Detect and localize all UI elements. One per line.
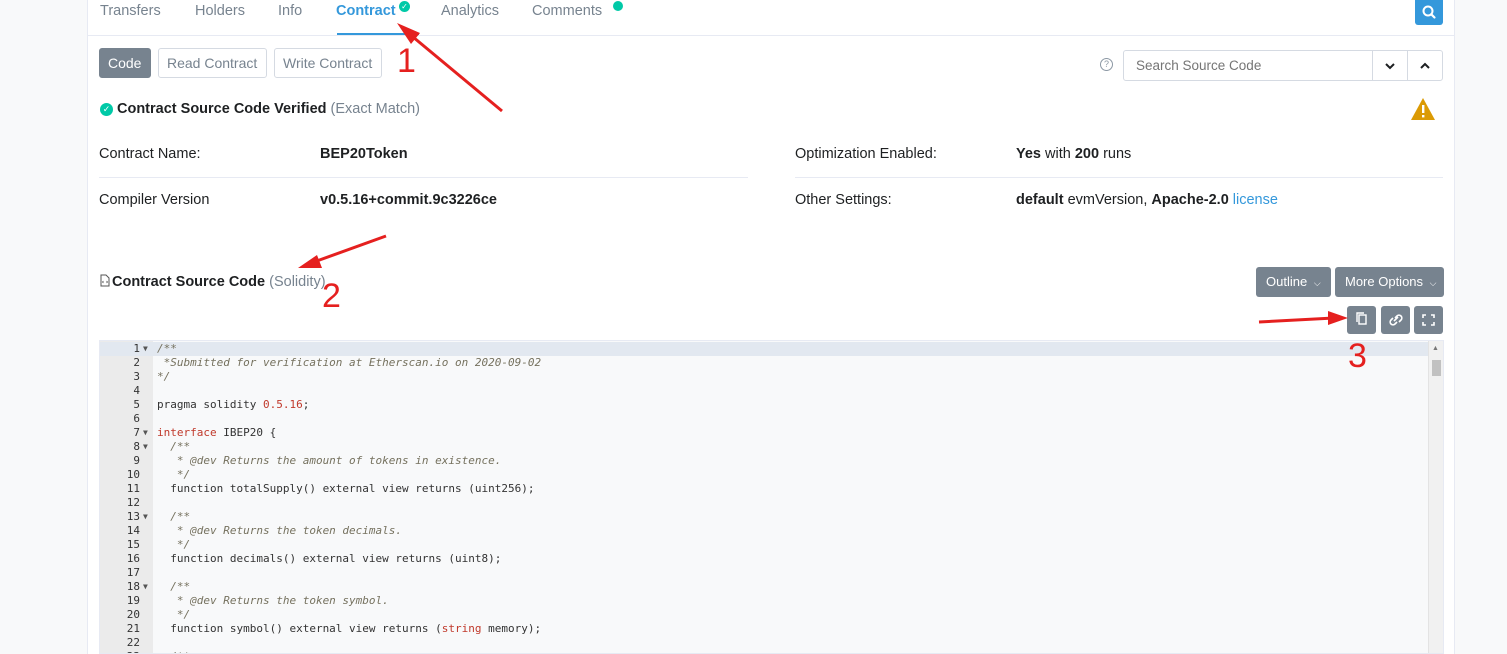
- annotation-label-2: 2: [322, 277, 341, 315]
- annotation-arrow-2-head: [298, 255, 322, 268]
- annotation-arrows: [298, 23, 1348, 325]
- annotation-arrow-3-head: [1328, 311, 1348, 325]
- annotation-arrow-1: [406, 30, 503, 113]
- annotation-arrow-3: [1258, 316, 1335, 324]
- annotation-label-1: 1: [397, 42, 416, 80]
- annotation-arrow-2: [313, 234, 387, 264]
- annotation-label-3: 3: [1348, 337, 1367, 375]
